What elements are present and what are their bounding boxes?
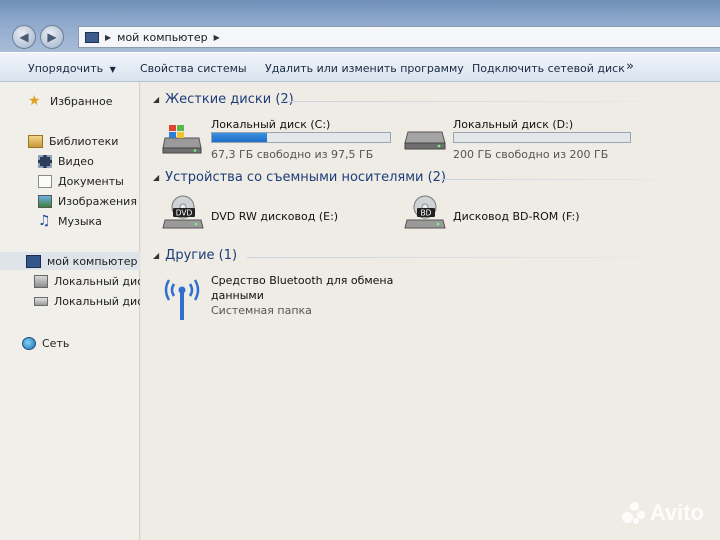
avito-logo-icon (621, 502, 646, 524)
bluetooth-type: Системная папка (211, 304, 312, 317)
dropdown-arrow-icon: ▼ (109, 65, 116, 74)
drive-icon (404, 131, 446, 150)
chevron-right-icon[interactable]: ▶ (105, 33, 111, 42)
drive-tile-e[interactable]: DVD DVD RW дисковод (E:) (161, 192, 381, 236)
group-divider (441, 179, 701, 180)
navigation-pane: ★ Избранное Библиотеки Видео Документы И… (0, 82, 140, 540)
forward-button[interactable]: ▶ (40, 25, 64, 49)
music-note-icon: ♫ (38, 212, 51, 229)
sidebar-item-label: Избранное (50, 94, 113, 108)
group-header-removable[interactable]: ◢ Устройства со съемными носителями (2) (153, 170, 446, 185)
more-commands-button[interactable]: » (626, 59, 634, 74)
sidebar-item-images[interactable]: Изображения (0, 192, 140, 210)
drive-free-space: 200 ГБ свободно из 200 ГБ (453, 148, 609, 161)
group-header-other[interactable]: ◢ Другие (1) (153, 248, 237, 263)
avito-watermark: Avito (621, 500, 704, 526)
drive-name: Дисковод BD-ROM (F:) (453, 210, 580, 223)
collapse-triangle-icon[interactable]: ◢ (153, 173, 159, 182)
bd-badge-label: BD (421, 209, 432, 218)
forward-arrow-icon: ▶ (47, 30, 57, 44)
drive-name: Локальный диск (D:) (453, 118, 574, 131)
avito-wordmark: Avito (649, 500, 704, 525)
drive-tile-c[interactable]: Локальный диск (C:) 67,3 ГБ свободно из … (161, 116, 401, 162)
libraries-icon (28, 134, 43, 148)
group-title: Другие (1) (165, 248, 238, 263)
uninstall-program-button[interactable]: Удалить или изменить программу (265, 62, 464, 75)
group-title: Жесткие диски (2) (165, 92, 294, 107)
sidebar-item-video[interactable]: Видео (0, 152, 140, 170)
sidebar-item-label: Локальный дис (54, 274, 140, 288)
windows-drive-icon (162, 125, 202, 154)
star-icon: ★ (28, 92, 41, 109)
drive-tile-f[interactable]: BD Дисковод BD-ROM (F:) (403, 192, 623, 236)
sidebar-item-label: Видео (58, 154, 94, 168)
group-title: Устройства со съемными носителями (2) (165, 170, 447, 185)
sidebar-item-label: Сеть (42, 336, 70, 350)
network-globe-icon (22, 336, 36, 350)
sidebar-item-label: Библиотеки (49, 134, 119, 148)
collapse-triangle-icon[interactable]: ◢ (153, 251, 159, 260)
sidebar-item-local-disk-c[interactable]: Локальный дис (0, 272, 140, 290)
sidebar-item-label: мой компьютер (47, 254, 138, 268)
command-toolbar: Упорядочить ▼ Свойства системы Удалить и… (0, 52, 720, 82)
documents-icon (38, 174, 52, 188)
windows-drive-icon (34, 274, 48, 288)
sidebar-item-label: Музыка (58, 214, 102, 228)
images-icon (38, 194, 52, 208)
dvd-badge-label: DVD (176, 209, 193, 218)
back-arrow-icon: ◀ (19, 30, 29, 44)
bluetooth-name-line1: Средство Bluetooth для обмена (211, 274, 394, 287)
window-titlebar: ◀ ▶ ▶ мой компьютер ▶ (0, 0, 720, 52)
drive-usage-fill (212, 133, 268, 142)
content-pane: ◢ Жесткие диски (2) Локальный диск (C:) … (141, 82, 720, 540)
bluetooth-tile[interactable]: Средство Bluetooth для обмена данными Си… (159, 272, 419, 322)
computer-icon (85, 31, 99, 43)
organize-button[interactable]: Упорядочить ▼ (28, 62, 116, 75)
drive-name: Локальный диск (C:) (211, 118, 331, 131)
sidebar-item-music[interactable]: ♫ Музыка (0, 212, 140, 230)
bluetooth-antenna-icon (164, 279, 200, 320)
drive-usage-bar (453, 132, 631, 143)
organize-label: Упорядочить (28, 62, 104, 75)
bluetooth-name-line2: данными (211, 289, 264, 302)
sidebar-item-documents[interactable]: Документы (0, 172, 140, 190)
collapse-triangle-icon[interactable]: ◢ (153, 95, 159, 104)
sidebar-item-network[interactable]: Сеть (0, 334, 140, 352)
sidebar-item-computer[interactable]: мой компьютер (0, 252, 140, 270)
group-divider (247, 257, 701, 258)
dvd-drive-icon: DVD (162, 195, 204, 229)
drive-tile-d[interactable]: Локальный диск (D:) 200 ГБ свободно из 2… (403, 116, 643, 162)
video-icon (38, 154, 52, 168)
drive-usage-bar (211, 132, 391, 143)
system-properties-button[interactable]: Свойства системы (140, 62, 247, 75)
address-bar[interactable]: ▶ мой компьютер ▶ (78, 26, 720, 48)
group-divider (281, 101, 701, 102)
computer-icon (26, 254, 41, 268)
sidebar-item-favorites[interactable]: ★ Избранное (0, 92, 140, 110)
drive-name: DVD RW дисковод (E:) (211, 210, 339, 223)
drive-icon (34, 296, 48, 306)
sidebar-item-label: Изображения (58, 194, 137, 208)
group-header-hard-disks[interactable]: ◢ Жесткие диски (2) (153, 92, 294, 107)
map-network-drive-button[interactable]: Подключить сетевой диск (472, 62, 625, 75)
bd-drive-icon: BD (404, 195, 446, 229)
sidebar-item-libraries[interactable]: Библиотеки (0, 132, 140, 150)
breadcrumb-computer[interactable]: мой компьютер (117, 31, 207, 44)
back-button[interactable]: ◀ (12, 25, 36, 49)
sidebar-item-label: Локальный дис (54, 294, 140, 308)
sidebar-item-label: Документы (58, 174, 124, 188)
chevron-right-icon[interactable]: ▶ (214, 33, 220, 42)
sidebar-item-local-disk-d[interactable]: Локальный дис (0, 292, 140, 310)
drive-free-space: 67,3 ГБ свободно из 97,5 ГБ (211, 148, 374, 161)
